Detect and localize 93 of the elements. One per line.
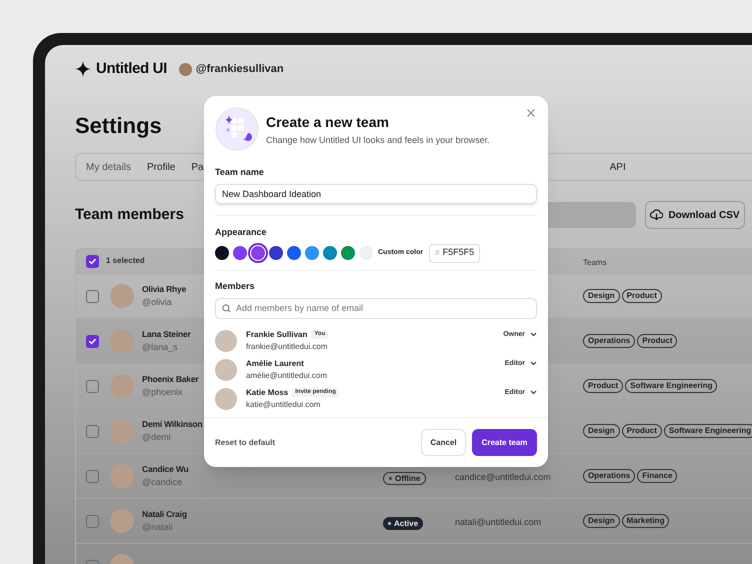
color-swatch[interactable]: [305, 246, 319, 260]
team-tag: Design: [583, 424, 620, 438]
member-name: Natali Craig: [142, 508, 187, 521]
team-name-input[interactable]: New Dashboard Ideation: [215, 184, 537, 204]
team-tag: Finance: [637, 469, 678, 483]
member-handle: @lana_s: [142, 341, 179, 354]
cloud-download-icon: [650, 209, 664, 221]
team-illustration-icon: [215, 107, 259, 151]
checkbox[interactable]: [86, 424, 99, 438]
tab[interactable]: Pa: [191, 160, 204, 174]
create-team-button[interactable]: Create team: [472, 429, 537, 456]
team-tag: Marketing: [622, 514, 670, 528]
check-icon: [88, 256, 97, 266]
field-label: Appearance: [215, 226, 268, 239]
hex-input[interactable]: # F5F5F5: [429, 244, 480, 262]
checkbox[interactable]: [86, 254, 99, 268]
member-handle: @candice: [142, 476, 184, 489]
member-handle: @natali: [142, 521, 174, 534]
member-name: Olivia Rhye: [142, 283, 186, 296]
team-tag: Product: [637, 334, 678, 348]
color-swatch[interactable]: [269, 246, 283, 260]
team-tag: Design: [583, 289, 620, 303]
tab[interactable]: My details: [86, 160, 132, 174]
member-name: Amélie Laurent: [246, 358, 304, 370]
team-tag: Product: [622, 424, 662, 438]
username: @frankiesullivan: [196, 62, 284, 77]
reset-link[interactable]: Reset to default: [215, 436, 276, 448]
checkbox[interactable]: [86, 470, 99, 482]
checkbox[interactable]: [86, 334, 99, 348]
member-handle: @demi: [142, 431, 172, 444]
modal-subtitle: Change how Untitled UI looks and feels in your browser.: [266, 134, 490, 147]
member-handle: @olivia: [142, 296, 173, 309]
status-badge: Offline: [383, 472, 426, 485]
sparkle-logo-icon: [75, 61, 91, 77]
column-header: Teams: [583, 258, 607, 267]
avatar: [110, 329, 134, 353]
check-icon: [88, 336, 97, 346]
chevron-down-icon: [530, 361, 537, 366]
color-swatch[interactable]: [341, 246, 355, 260]
close-button[interactable]: [525, 107, 537, 119]
member-email: amélie@untitledui.com: [246, 370, 328, 382]
close-icon: [525, 107, 537, 119]
brand-name: Untitled UI: [96, 58, 167, 79]
member-name: Katie Moss: [246, 386, 288, 398]
checkbox[interactable]: [86, 380, 99, 392]
tab[interactable]: Profile: [147, 160, 176, 174]
avatar: [110, 374, 134, 398]
avatar: [110, 419, 134, 443]
field-label: Members: [215, 280, 256, 293]
team-tag: Product: [622, 289, 662, 303]
team-tag: Operations: [583, 469, 636, 483]
avatar: [178, 62, 192, 76]
color-swatch[interactable]: [233, 246, 247, 260]
avatar: [110, 464, 134, 488]
tab[interactable]: API: [610, 160, 626, 174]
chevron-down-icon: [530, 332, 537, 338]
member-email: katie@untitledui.com: [246, 398, 322, 410]
download-button[interactable]: Download CSV: [645, 201, 745, 229]
color-swatch[interactable]: [251, 246, 265, 260]
page-title: Settings: [75, 112, 162, 140]
color-swatch[interactable]: [215, 246, 229, 260]
section-title: Team members: [75, 204, 184, 225]
member-email: frankie@untitledui.com: [246, 340, 328, 352]
member-name: Lana Steiner: [142, 328, 191, 341]
avatar: [110, 509, 134, 533]
avatar: [215, 388, 237, 410]
team-tag: Software Engineering: [625, 379, 718, 393]
avatar: [215, 358, 237, 380]
member-name: Candice Wu: [142, 463, 188, 476]
team-tag: Product: [583, 379, 624, 393]
avatar: [110, 284, 134, 308]
member-email: natali@untitledui.com: [455, 517, 542, 527]
member-search-field[interactable]: Add members by name of email: [215, 298, 537, 318]
selection-count: 1 selected: [106, 255, 145, 267]
color-swatch[interactable]: [323, 246, 337, 260]
checkbox[interactable]: [86, 514, 99, 528]
search-icon: [222, 304, 231, 312]
checkbox[interactable]: [86, 290, 99, 302]
team-tag: Operations: [583, 334, 636, 348]
member-name: Demi Wilkinson: [142, 418, 202, 431]
team-tag: Software Engineering: [664, 424, 752, 438]
status-badge: Active: [383, 517, 424, 530]
avatar: [215, 330, 237, 352]
member-name: Frankie Sullivan: [246, 328, 308, 340]
modal-title: Create a new team: [266, 113, 390, 131]
chevron-down-icon: [530, 390, 537, 396]
team-tag: Design: [583, 514, 620, 528]
field-label: Team name: [215, 166, 265, 179]
member-email: candice@untitledui.com: [455, 472, 551, 482]
member-name: Phoenix Baker: [142, 373, 198, 386]
color-swatch[interactable]: [287, 246, 301, 260]
member-handle: @phoenix: [142, 386, 184, 399]
cancel-button[interactable]: Cancel: [421, 429, 466, 456]
